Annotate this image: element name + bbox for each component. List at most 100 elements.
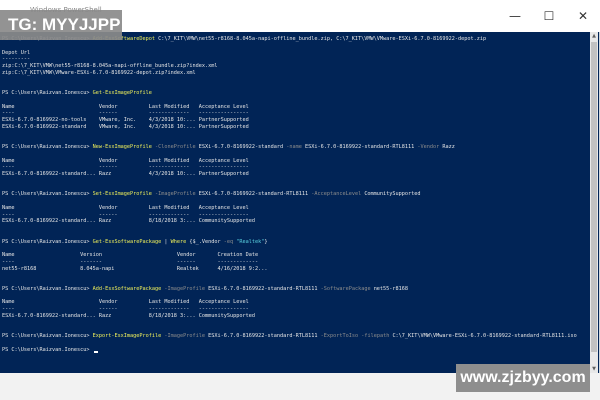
scroll-down-icon[interactable]: ▼ — [590, 365, 598, 373]
console-text-segment: zip:C:\7_KIT\VMW\VMware-ESXi-6.7.0-81699… — [2, 69, 196, 76]
console-line: ---- ------ ------------- --------------… — [2, 306, 592, 313]
site-watermark-badge: www.zjzbyy.com — [456, 364, 590, 392]
console-text-segment: ESXi-6.7.0-8169922-standard-RTL8111 — [208, 333, 318, 339]
watermark-overlay: TG: MYYJJPP — [0, 10, 122, 40]
vertical-scrollbar[interactable]: ▲ ▼ — [590, 32, 598, 373]
console-line: ESXi-6.7.0-8169922-standard... Razz 8/18… — [2, 313, 592, 320]
console-line: PS C:\Users\Raizvan.Ionescu> Get-EsxSoft… — [2, 239, 592, 246]
console-text-segment: -filepath — [361, 333, 393, 339]
console-text-segment: New-EsxImageProfile — [92, 144, 152, 150]
console-text-segment: {$_.Vendor — [186, 238, 224, 245]
console-text-segment: PS C:\Users\Raizvan.Ionescu> — [2, 144, 93, 150]
console-text-segment: PS C:\Users\Raizvan.Ionescu> — [2, 191, 93, 198]
console-text-segment: -ImageProfile — [151, 191, 199, 198]
scroll-thumb[interactable] — [591, 42, 597, 352]
console-text-segment: ESXi-6.7.0-8169922-standard VMware, Inc.… — [2, 123, 249, 130]
close-button[interactable]: ✕ — [566, 0, 600, 32]
console-line: ---- ------ ------------- --------------… — [2, 110, 592, 117]
console-text-segment: --------- — [2, 56, 31, 63]
console-line: ESXi-6.7.0-8169922-no-tools VMware, Inc.… — [2, 117, 592, 124]
console-text-segment: ESXi-6.7.0-8169922-standard... Razz 8/18… — [2, 312, 255, 319]
console-text-segment: -AcceptanceLevel — [308, 191, 365, 198]
console-output[interactable]: PS C:\Users\Raizvan.Ionescu> Add-EsxSoft… — [2, 36, 592, 371]
console-line: PS C:\Users\Raizvan.Ionescu> New-EsxImag… — [2, 144, 592, 151]
console-text-segment: -ExportToIso — [317, 333, 362, 339]
console-line: PS C:\Users\Raizvan.Ionescu> — [2, 347, 592, 354]
console-line: Name Version Vendor Creation Date — [2, 252, 592, 259]
console-text-segment: Get-EsxSoftwarePackage — [92, 238, 162, 245]
console-text-segment: Export-EsxImageProfile — [92, 333, 162, 339]
console-line: zip:C:\7_KIT\VMW\net55-r8168-8.045a-napi… — [2, 63, 592, 70]
console-text-segment: Set-EsxImageProfile — [92, 191, 152, 198]
powershell-window: Windows PowerShell — ☐ ✕ PS C:\Users\Rai… — [0, 0, 600, 373]
console-text-segment: C:\7_KIT\VMW\VMware-ESXi-6.7.0-8169922-s… — [392, 333, 577, 339]
console-text-segment: PS C:\Users\Raizvan.Ionescu> — [2, 90, 93, 96]
console-text-segment: PS C:\Users\Raizvan.Ionescu> — [2, 285, 93, 292]
console-text-segment: net55-r8168 8.045a-napi Realtek 4/16/201… — [2, 265, 268, 272]
console-text-segment: -ImageProfile — [161, 333, 209, 339]
console-text-segment: ---- ------ ------------- --------------… — [2, 164, 249, 171]
console-text-segment: ESXi-6.7.0-8169922-no-tools VMware, Inc.… — [2, 117, 249, 123]
console-line: Name Vendor Last Modified Acceptance Lev… — [2, 158, 592, 165]
console-text-segment: Add-EsxSoftwarePackage — [92, 285, 162, 292]
console-text-segment: net55-r8168 — [373, 285, 409, 292]
console-text-segment: Razz — [442, 144, 455, 150]
console-line: PS C:\Users\Raizvan.Ionescu> Get-EsxImag… — [2, 90, 592, 97]
text-cursor — [93, 351, 98, 354]
console-line: zip:C:\7_KIT\VMW\VMware-ESXi-6.7.0-81699… — [2, 70, 592, 77]
console-text-segment: CommunitySupported — [364, 191, 421, 198]
console-text-segment: -ImageProfile — [161, 285, 209, 292]
console-text-segment: -CloneProfile — [151, 144, 199, 150]
console-line: PS C:\Users\Raizvan.Ionescu> Set-EsxImag… — [2, 191, 592, 198]
console-text-segment: ESXi-6.7.0-8169922-standard-RTL8111 — [208, 285, 318, 292]
console-line: ESXi-6.7.0-8169922-standard... Razz 4/3/… — [2, 171, 592, 178]
console-text-segment: Name Vendor Last Modified Acceptance Lev… — [2, 204, 249, 211]
console-text-segment: Where — [170, 238, 187, 245]
console-text-segment: -name — [283, 144, 305, 150]
console-line: PS C:\Users\Raizvan.Ionescu> Add-EsxSoft… — [2, 286, 592, 293]
console-text-segment: PS C:\Users\Raizvan.Ionescu> — [2, 333, 93, 339]
console-text-segment: PS C:\Users\Raizvan.Ionescu> — [2, 238, 93, 245]
console-line: Name Vendor Last Modified Acceptance Lev… — [2, 104, 592, 111]
scroll-up-icon[interactable]: ▲ — [590, 32, 598, 40]
console-line: ESXi-6.7.0-8169922-standard... Razz 8/18… — [2, 218, 592, 225]
console-text-segment: ESXi-6.7.0-8169922-standard-RTL8111 — [304, 144, 415, 150]
minimize-button[interactable]: — — [498, 0, 532, 32]
console-text-segment: zip:C:\7_KIT\VMW\net55-r8168-8.045a-napi… — [2, 63, 218, 69]
console-text-segment: ---- ------ ------------- --------------… — [2, 110, 249, 117]
console-line: --------- — [2, 56, 592, 63]
console-text-segment: Get-EsxImageProfile — [92, 90, 152, 96]
console-text-segment: PS C:\Users\Raizvan.Ionescu> — [2, 346, 93, 353]
window-controls: — ☐ ✕ — [498, 0, 600, 32]
console-text-segment: Name Vendor Last Modified Acceptance Lev… — [2, 103, 249, 110]
console-line: net55-r8168 8.045a-napi Realtek 4/16/201… — [2, 266, 592, 273]
console-text-segment: ---- ------- ------ ------------- — [2, 258, 259, 265]
console-text-segment: Depot Url — [2, 49, 31, 56]
console-line: ---- ------ ------------- --------------… — [2, 212, 592, 219]
console-text-segment: C:\7_KIT\VMW\net55-r8168-8.045a-napi-off… — [155, 36, 487, 42]
console-text-segment: -SoftwarePackage — [317, 285, 374, 292]
console-line: Name Vendor Last Modified Acceptance Lev… — [2, 299, 592, 306]
console-text-segment: Name Vendor Last Modified Acceptance Lev… — [2, 157, 249, 164]
maximize-button[interactable]: ☐ — [532, 0, 566, 32]
console-text-segment: ---- ------ ------------- --------------… — [2, 306, 249, 312]
console-text-segment: ESXi-6.7.0-8169922-standard... Razz 8/18… — [2, 218, 255, 225]
console-text-segment: ---- ------ ------------- --------------… — [2, 211, 249, 218]
